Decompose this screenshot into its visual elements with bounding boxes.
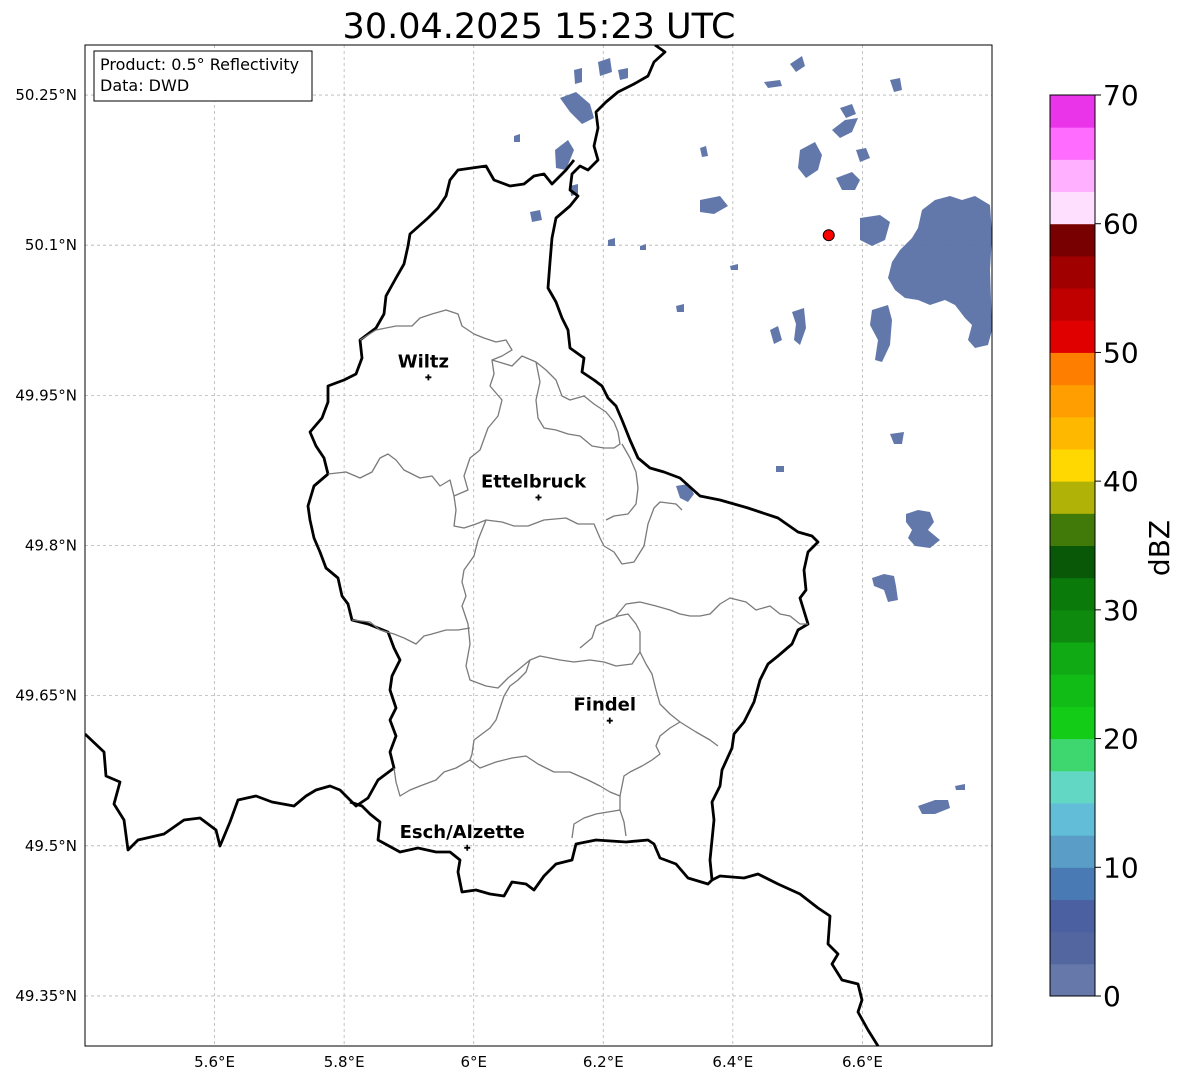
colorbar-tick-label: 10 bbox=[1103, 851, 1139, 884]
colorbar-segment bbox=[1050, 674, 1095, 707]
lat-tick-label: 49.8°N bbox=[25, 537, 77, 555]
colorbar-segment bbox=[1050, 770, 1095, 804]
colorbar-segment bbox=[1050, 577, 1095, 611]
lat-tick-label: 49.35°N bbox=[15, 987, 77, 1005]
map-area: Wiltz Ettelbruck Findel Esch/Alzette bbox=[85, 45, 992, 1046]
colorbar-segment bbox=[1050, 481, 1095, 514]
city-label: Wiltz bbox=[398, 351, 449, 372]
colorbar-segment bbox=[1050, 159, 1095, 193]
colorbar-segment bbox=[1050, 545, 1095, 579]
lat-tick-label: 49.95°N bbox=[15, 386, 77, 404]
colorbar-segment bbox=[1050, 384, 1095, 418]
lat-tick-label: 49.65°N bbox=[15, 687, 77, 705]
colorbar-segment bbox=[1050, 802, 1095, 836]
colorbar-segment bbox=[1050, 448, 1095, 482]
lon-tick-label: 5.8°E bbox=[324, 1053, 365, 1071]
colorbar-segment bbox=[1050, 609, 1095, 643]
latitude-tick-labels: 50.25°N 50.1°N 49.95°N 49.8°N 49.65°N 49.5°N 4… bbox=[15, 86, 77, 1005]
colorbar-tick-label: 70 bbox=[1103, 79, 1139, 112]
radar-site-marker bbox=[822, 229, 835, 242]
colorbar-segment bbox=[1050, 867, 1095, 900]
colorbar-segment bbox=[1050, 642, 1095, 675]
colorbar-segment bbox=[1050, 288, 1095, 321]
colorbar-segment bbox=[1050, 931, 1095, 965]
radar-site-dot bbox=[822, 229, 835, 242]
lat-tick-label: 50.25°N bbox=[15, 86, 77, 104]
colorbar-segment bbox=[1050, 352, 1095, 386]
data-source-text: Data: DWD bbox=[100, 76, 189, 95]
colorbar-segment bbox=[1050, 513, 1095, 546]
colorbar-segment bbox=[1050, 191, 1095, 225]
colorbar-segment bbox=[1050, 255, 1095, 289]
lon-tick-label: 6.4°E bbox=[712, 1053, 753, 1071]
colorbar-segment bbox=[1050, 835, 1095, 868]
colorbar-segment bbox=[1050, 223, 1095, 257]
colorbar-segment bbox=[1050, 738, 1095, 772]
lat-tick-label: 50.1°N bbox=[25, 236, 77, 254]
lat-tick-label: 49.5°N bbox=[25, 837, 77, 855]
product-text: Product: 0.5° Reflectivity bbox=[100, 55, 299, 74]
colorbar-segment bbox=[1050, 899, 1095, 933]
colorbar-segment bbox=[1050, 95, 1095, 128]
lon-tick-label: 6.6°E bbox=[842, 1053, 883, 1071]
city-label: Findel bbox=[573, 695, 636, 716]
radar-figure: 30.04.2025 15:23 UTC WiltzEttelbruckFind… bbox=[15, 7, 1176, 1071]
colorbar-segment bbox=[1050, 706, 1095, 740]
colorbar-segment bbox=[1050, 416, 1095, 450]
colorbar-tick-label: 60 bbox=[1103, 208, 1139, 241]
colorbar-tick-label: 30 bbox=[1103, 594, 1139, 627]
colorbar-tick-label: 20 bbox=[1103, 723, 1139, 756]
colorbar-segment bbox=[1050, 320, 1095, 353]
longitude-tick-labels: 5.6°E 5.8°E 6°E 6.2°E 6.4°E 6.6°E bbox=[194, 1053, 883, 1071]
colorbar-label: dBZ bbox=[1143, 520, 1176, 576]
colorbar-segment bbox=[1050, 127, 1095, 160]
city-label: Esch/Alzette bbox=[400, 822, 525, 843]
city-label: Ettelbruck bbox=[481, 471, 587, 492]
lon-tick-label: 6.2°E bbox=[583, 1053, 624, 1071]
colorbar: 0 10 20 30 40 50 60 70 bbox=[1049, 79, 1139, 1013]
colorbar-tick-label: 0 bbox=[1103, 980, 1121, 1013]
colorbar-segment bbox=[1050, 963, 1095, 997]
colorbar-tick-label: 40 bbox=[1103, 465, 1139, 498]
info-box: Product: 0.5° Reflectivity Data: DWD bbox=[93, 50, 313, 102]
lon-tick-label: 5.6°E bbox=[194, 1053, 235, 1071]
colorbar-tick-label: 50 bbox=[1103, 336, 1139, 369]
lon-tick-label: 6°E bbox=[460, 1053, 487, 1071]
figure-title: 30.04.2025 15:23 UTC bbox=[343, 7, 736, 47]
